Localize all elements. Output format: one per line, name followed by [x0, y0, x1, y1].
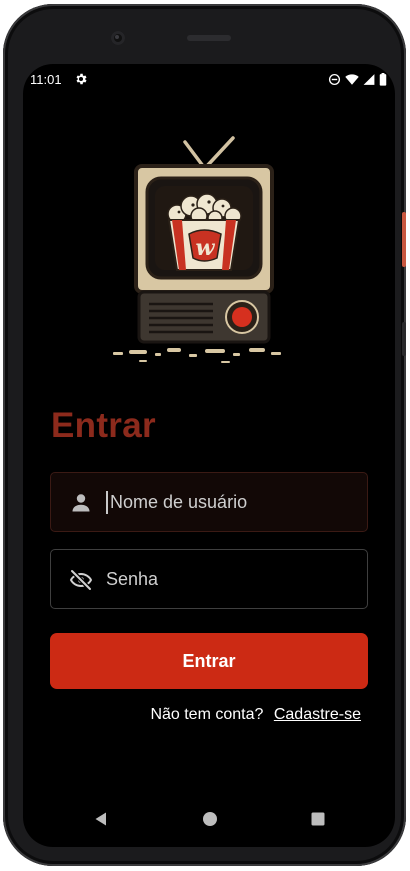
phone-frame: 11:01 w Entrar Nome de usuário Entrar Nã…: [3, 4, 406, 866]
signup-link[interactable]: Cadastre-se: [274, 706, 361, 723]
password-input[interactable]: [106, 550, 356, 608]
username-field[interactable]: [50, 472, 368, 532]
person-icon: [72, 494, 90, 512]
battery-icon: [379, 73, 387, 86]
status-bar: 11:01: [23, 64, 395, 96]
status-time: 11:01: [30, 72, 62, 87]
wifi-icon: [345, 74, 359, 85]
login-button[interactable]: Entrar: [50, 633, 368, 689]
front-camera: [111, 31, 125, 45]
text-cursor: [106, 491, 108, 514]
app-screen: 11:01 w Entrar Nome de usuário Entrar Nã…: [23, 64, 395, 847]
signup-row: Não tem conta? Cadastre-se: [150, 706, 361, 724]
gear-icon: [76, 73, 87, 85]
navigation-bar: [23, 799, 395, 847]
power-button: [402, 322, 406, 356]
tv-popcorn-logo: w: [113, 136, 281, 363]
status-icons: [328, 73, 387, 86]
signal-icon: [363, 74, 375, 85]
do-not-disturb-icon: [328, 73, 341, 86]
password-field[interactable]: [50, 549, 368, 609]
eye-off-icon[interactable]: [69, 568, 93, 592]
no-account-text: Não tem conta?: [150, 706, 264, 723]
recents-icon[interactable]: [310, 811, 326, 827]
username-input[interactable]: [110, 473, 360, 531]
volume-button: [402, 212, 406, 267]
home-icon[interactable]: [202, 811, 218, 827]
login-title: Entrar: [51, 406, 156, 445]
earpiece-speaker: [187, 35, 231, 41]
back-icon[interactable]: [93, 811, 109, 827]
svg-text:w: w: [196, 235, 216, 261]
